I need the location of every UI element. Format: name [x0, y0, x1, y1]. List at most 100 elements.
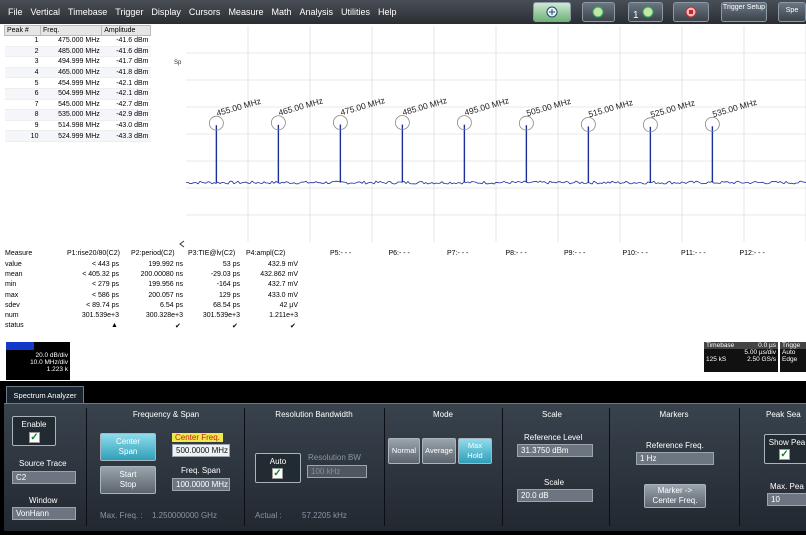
peak-table-row[interactable]: 9 514.998 MHz -43.0 dBm — [4, 120, 151, 132]
peak-table-row[interactable]: 10 524.999 MHz -43.3 dBm — [4, 130, 151, 142]
measure-param-name[interactable]: P1:rise20/80(C2) — [67, 250, 120, 260]
measure-param-name[interactable]: P2:period(C2) — [131, 250, 175, 260]
peak-amplitude: -41.7 dBm — [101, 56, 151, 68]
measure-param-empty[interactable]: P5:- - - — [330, 250, 351, 260]
menu-vertical[interactable]: Vertical — [31, 7, 61, 17]
measure-row-label: num — [5, 312, 19, 319]
spec-button[interactable]: Spe — [778, 2, 806, 22]
timebase-delay: 0.0 µs — [758, 342, 776, 349]
menu-measure[interactable]: Measure — [228, 7, 263, 17]
toolbar-single-button[interactable]: 1 — [628, 2, 663, 22]
center-freq-field[interactable]: 500.0000 MHz — [172, 444, 230, 457]
mode-average-button[interactable]: Average — [422, 438, 456, 464]
reference-level-field[interactable]: 31.3750 dBm — [517, 444, 593, 457]
reference-freq-label: Reference Freq. — [646, 441, 704, 450]
window-field[interactable]: VonHann — [12, 507, 76, 520]
peak-number: 6 — [4, 88, 41, 100]
peak-freq: 524.999 MHz — [40, 130, 102, 142]
scale-title: Scale — [541, 410, 562, 419]
peak-table: Peak # Freq. Amplitude 1 475.000 MHz -41.6 d… — [4, 25, 151, 142]
enable-checkbox[interactable]: ✓ — [29, 432, 40, 443]
scale-field[interactable]: 20.0 dB — [517, 489, 593, 502]
toolbar-run-button[interactable] — [533, 2, 571, 22]
menu-math[interactable]: Math — [271, 7, 291, 17]
show-peaks-label: Show Pea — [768, 438, 806, 447]
peak-table-row[interactable]: 7 545.000 MHz -42.7 dBm — [4, 99, 151, 111]
peak-table-row[interactable]: 3 494.999 MHz -41.7 dBm — [4, 56, 151, 68]
measure-param-empty[interactable]: P7:- - - — [447, 250, 468, 260]
menu-help[interactable]: Help — [378, 7, 397, 17]
menu-timebase[interactable]: Timebase — [68, 7, 107, 17]
measure-row-label: min — [5, 281, 17, 289]
window-label: Window — [29, 496, 58, 505]
mode-title: Mode — [432, 410, 453, 419]
tab-spectrum-analyzer[interactable]: Spectrum Analyzer — [6, 386, 84, 404]
marker-to-center-freq-button[interactable]: Marker -> Center Freq. — [644, 484, 706, 508]
peak-table-row[interactable]: 8 535.000 MHz -42.9 dBm — [4, 109, 151, 121]
peak-table-header: Amplitude — [101, 25, 151, 36]
trace-descriptor[interactable]: 20.0 dB/div 10.0 MHz/div 1.223 k — [6, 342, 70, 380]
measure-param-empty[interactable]: P6:- - - — [389, 250, 410, 260]
measure-param-empty[interactable]: P8:- - - — [506, 250, 527, 260]
peak-freq-label: 525.00 MHz — [649, 97, 696, 119]
timebase-descriptor[interactable]: Timebase 0.0 µs 5.00 µs/div 125 kS 2.50 … — [704, 342, 778, 372]
max-freq-label: Max. Freq. : — [100, 511, 143, 520]
zero-time-marker-icon — [179, 240, 185, 248]
trigger-setup-button[interactable]: Trigger Setup — [721, 2, 767, 22]
measure-param-empty[interactable]: P12:- - - — [740, 250, 765, 260]
menu-trigger[interactable]: Trigger — [115, 7, 143, 17]
peak-table-row[interactable]: 2 485.000 MHz -41.6 dBm — [4, 46, 151, 58]
peak-freq: 454.999 MHz — [40, 77, 102, 89]
svg-text:1: 1 — [633, 10, 639, 21]
trace-vdiv: 20.0 dB/div — [35, 352, 68, 359]
start-stop-button[interactable]: Start Stop — [100, 466, 156, 494]
measure-value: 432.9 mV — [268, 261, 298, 268]
measure-param-name[interactable]: P3:TIE@lv(C2) — [188, 250, 235, 260]
toolbar-auto-button[interactable] — [582, 2, 615, 22]
trigger-descriptor[interactable]: Trigge Auto Edge — [780, 342, 806, 372]
measure-header: Measure — [5, 250, 33, 257]
menu-cursors[interactable]: Cursors — [189, 7, 221, 17]
menu-utilities[interactable]: Utilities — [341, 7, 370, 17]
resolution-bandwidth-title: Resolution Bandwidth — [275, 410, 353, 419]
measure-param-empty[interactable]: P11:- - - — [681, 250, 706, 260]
trigger-title: Trigge — [780, 342, 806, 349]
source-trace-field[interactable]: C2 — [12, 471, 76, 484]
peak-table-row[interactable]: 4 465.000 MHz -41.8 dBm — [4, 67, 151, 79]
measure-row-label: sdev — [5, 301, 20, 309]
resolution-bw-label: Resolution BW — [308, 453, 361, 462]
scale-label: Scale — [544, 478, 565, 487]
peak-table-row[interactable]: 1 475.000 MHz -41.6 dBm — [4, 35, 151, 47]
peak-table-row[interactable]: 5 454.999 MHz -42.1 dBm — [4, 77, 151, 89]
freq-span-label: Freq. Span — [181, 466, 221, 475]
menu-display[interactable]: Display — [151, 7, 181, 17]
measure-value: 432.7 mV — [268, 281, 298, 289]
menu-analysis[interactable]: Analysis — [299, 7, 333, 17]
mode-max-hold-button[interactable]: Max Hold — [458, 438, 492, 464]
auto-rbw-checkbox[interactable]: ✓ — [272, 468, 283, 479]
timebase-per-div: 5.00 µs/div — [744, 349, 776, 356]
source-trace-label: Source Trace — [19, 459, 67, 468]
show-peaks-checkbox[interactable]: ✓ — [779, 449, 790, 460]
peak-amplitude: -41.8 dBm — [101, 67, 151, 79]
peak-number: 2 — [4, 46, 41, 58]
actual-value: 57.2205 kHz — [302, 511, 347, 520]
max-peaks-field[interactable]: 10 — [767, 493, 806, 506]
reference-freq-field[interactable]: 1 Hz — [636, 452, 714, 465]
measure-param-empty[interactable]: P10:- - - — [623, 250, 648, 260]
trace-hdiv: 10.0 MHz/div — [30, 359, 68, 366]
status-ok-icon: ✔ — [290, 323, 296, 331]
menu-file[interactable]: File — [8, 7, 23, 17]
freq-span-field[interactable]: 100.0000 MHz — [172, 478, 230, 491]
max-freq-value: 1.250000000 GHz — [152, 511, 217, 520]
peak-table-row[interactable]: 6 504.999 MHz -42.1 dBm — [4, 88, 151, 100]
center-span-button[interactable]: Center Span — [100, 433, 156, 461]
measure-param-empty[interactable]: P9:- - - — [564, 250, 585, 260]
toolbar-stop-button[interactable] — [673, 2, 709, 22]
measure-param-name[interactable]: P4:ampl(C2) — [246, 250, 285, 260]
mode-normal-button[interactable]: Normal — [388, 438, 420, 464]
peak-amplitude: -42.7 dBm — [101, 99, 151, 111]
peak-freq-label: 475.00 MHz — [339, 95, 386, 117]
peak-number: 5 — [4, 77, 41, 89]
panel-body: Enable ✓ Source Trace C2 Window VonHann … — [4, 403, 806, 531]
